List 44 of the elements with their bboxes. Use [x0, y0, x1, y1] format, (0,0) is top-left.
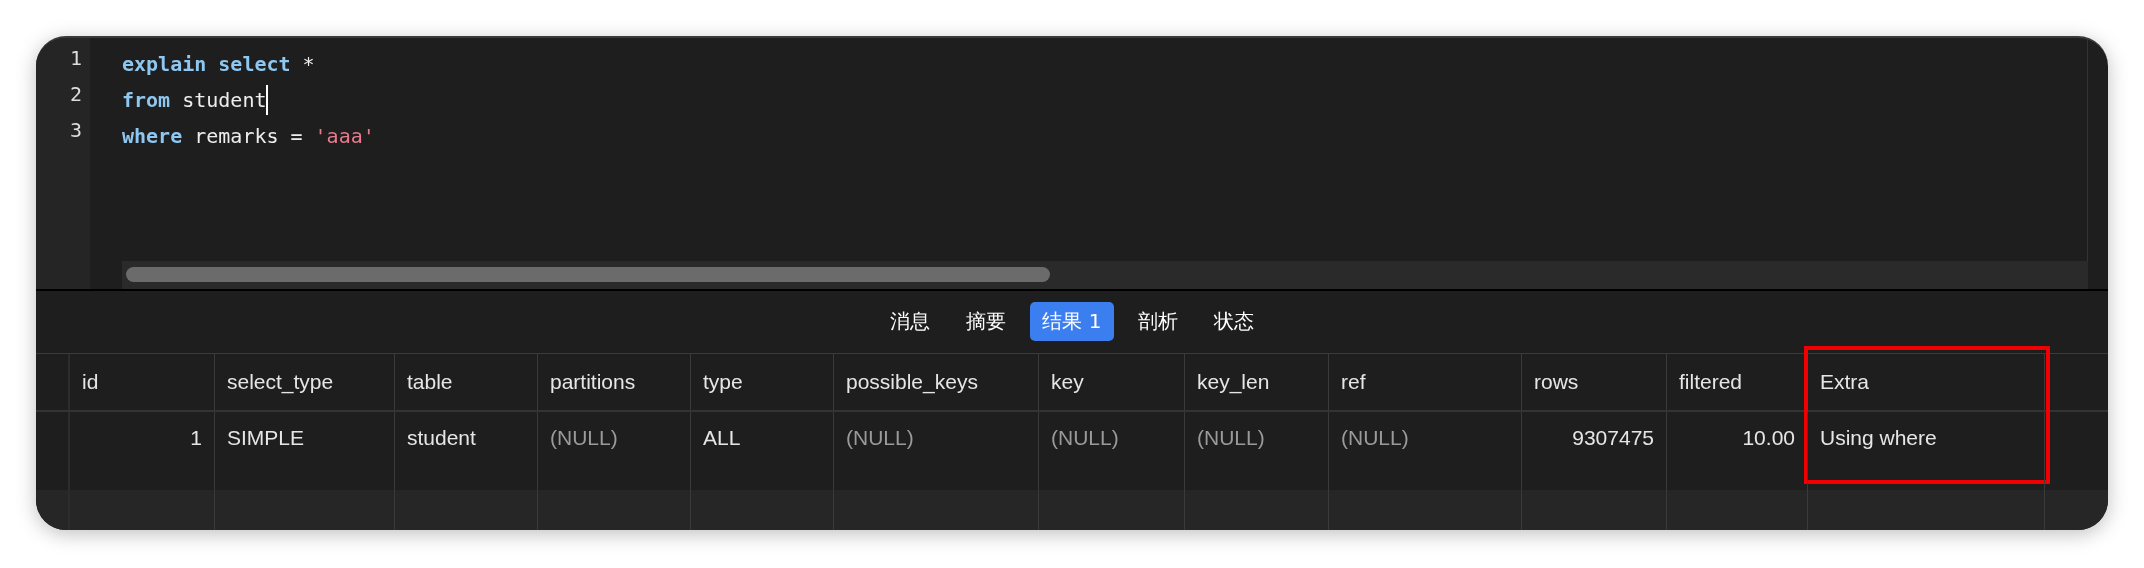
- result-tab[interactable]: 结果 1: [1030, 302, 1114, 342]
- line-number: 3: [68, 118, 83, 144]
- column-header[interactable]: key_len: [1197, 370, 1270, 394]
- column-header[interactable]: select_type: [227, 370, 334, 394]
- sql-keyword: explain: [122, 52, 207, 76]
- table-cell: 10.00: [1742, 426, 1795, 449]
- column-header[interactable]: partitions: [550, 370, 636, 394]
- line-number: 1: [68, 46, 83, 72]
- sql-keyword: from: [122, 88, 171, 112]
- result-tab[interactable]: 状态: [1201, 302, 1266, 342]
- table-cell: (NULL): [550, 426, 618, 449]
- column-header[interactable]: table: [407, 370, 453, 394]
- sql-keyword: select: [218, 52, 291, 76]
- sql-token: student: [182, 88, 267, 112]
- table-cell: SIMPLE: [227, 426, 305, 449]
- column-header[interactable]: key: [1051, 370, 1084, 394]
- table-cell: (NULL): [846, 426, 914, 449]
- sql-token: =: [290, 124, 303, 148]
- result-tab[interactable]: 消息: [878, 302, 943, 342]
- table-cell: (NULL): [1051, 426, 1119, 449]
- column-header[interactable]: type: [703, 370, 743, 394]
- text-cursor: [266, 85, 269, 115]
- table-cell: 9307475: [1572, 426, 1654, 449]
- table-cell: student: [407, 426, 476, 449]
- sql-token: remarks: [194, 124, 279, 148]
- column-header[interactable]: id: [82, 370, 99, 394]
- column-header[interactable]: ref: [1341, 370, 1366, 394]
- line-number: 2: [68, 82, 83, 108]
- column-header[interactable]: filtered: [1679, 370, 1743, 394]
- result-tab[interactable]: 剖析: [1125, 302, 1190, 342]
- table-cell: 1: [190, 426, 202, 449]
- sql-keyword: where: [122, 124, 183, 148]
- sql-token: *: [302, 52, 315, 76]
- table-cell: (NULL): [1197, 426, 1265, 449]
- column-header[interactable]: possible_keys: [846, 370, 978, 394]
- table-cell: ALL: [703, 426, 741, 449]
- sql-string: 'aaa': [314, 124, 375, 148]
- table-cell: Using where: [1820, 426, 1937, 449]
- result-tab[interactable]: 摘要: [954, 302, 1019, 342]
- column-header[interactable]: rows: [1534, 370, 1579, 394]
- horizontal-scrollbar[interactable]: [122, 260, 2088, 289]
- table-cell: (NULL): [1341, 426, 1409, 449]
- scrollbar-thumb[interactable]: [126, 267, 1050, 283]
- column-header[interactable]: Extra: [1820, 370, 1869, 394]
